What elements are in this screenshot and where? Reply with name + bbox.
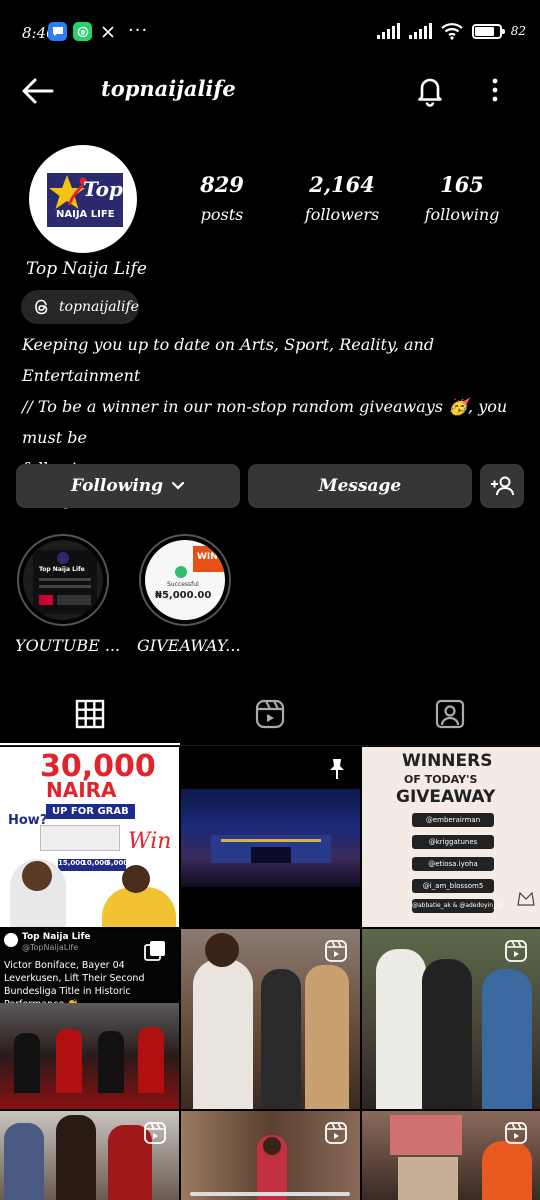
post-tile[interactable] — [362, 1111, 540, 1200]
highlight-thumb-amount: ₦5,000.00 — [155, 590, 212, 601]
highlight-youtube[interactable]: Top Naija Life YOUTUBE ... — [15, 534, 121, 655]
reel-icon — [144, 1122, 166, 1144]
post-tag: UP FOR GRAB — [46, 804, 135, 819]
following-button-label: Following — [70, 476, 164, 496]
battery-percent: 82 — [510, 24, 526, 38]
suggested-users-button[interactable] — [480, 464, 524, 508]
highlight-ring: Top Naija Life — [17, 534, 109, 626]
reel-icon — [505, 1122, 527, 1144]
grid-icon — [75, 699, 105, 729]
logo-text-bottom: NAIJA LIFE — [56, 209, 115, 220]
pinned-icon — [330, 759, 344, 779]
reels-icon — [255, 699, 285, 729]
tab-tagged[interactable] — [430, 694, 470, 734]
svg-text:B: B — [80, 29, 85, 36]
x-icon — [98, 22, 117, 41]
posts-count: 829 — [200, 172, 244, 197]
reel-icon — [325, 940, 347, 962]
highlight-label: YOUTUBE ... — [15, 636, 121, 655]
post-tile[interactable]: WINNERS OF TODAY'S GIVEAWAY @emberairman… — [362, 747, 540, 927]
threads-handle: topnaijalife — [59, 299, 139, 315]
signal-icon-2 — [408, 23, 432, 39]
posts-grid: 30,000 NAIRA UP FOR GRAB How? Win 15,000… — [0, 747, 540, 1200]
highlight-thumb-title: Top Naija Life — [39, 566, 85, 573]
tweet-author: Top Naija Life — [22, 932, 91, 942]
post-tile[interactable] — [181, 1111, 360, 1200]
avatar-logo: Top NAIJA LIFE — [47, 173, 123, 227]
post-prize-1: 15,000 — [58, 859, 86, 867]
following-label: following — [424, 205, 500, 224]
tab-posts-grid[interactable] — [70, 694, 110, 734]
post-tile[interactable] — [362, 929, 540, 1109]
followers-count: 2,164 — [309, 172, 375, 197]
tab-reels[interactable] — [250, 694, 290, 734]
reel-icon — [325, 1122, 347, 1144]
winner-pill: @i_am_blossom5 — [412, 879, 494, 893]
status-bar: 8:40 B ··· 82 — [0, 0, 540, 66]
bell-icon[interactable] — [412, 72, 448, 108]
post-prize-2: 10,000 — [82, 859, 110, 867]
tab-divider — [0, 745, 540, 746]
highlight-label: GIVEAWAY... — [137, 636, 241, 655]
winner-pill: @abbatie_ak & @adedoyin_ak — [412, 899, 503, 913]
threads-icon — [35, 299, 48, 315]
more-options-icon[interactable] — [484, 75, 506, 105]
reel-icon — [505, 940, 527, 962]
following-count: 165 — [440, 172, 484, 197]
post-script-text: Win — [128, 829, 172, 854]
posts-label: posts — [200, 205, 244, 224]
chevron-down-icon — [171, 481, 185, 490]
page-title: topnaijalife — [101, 76, 236, 101]
post-tile[interactable] — [181, 929, 360, 1109]
post-title-line-1: WINNERS — [402, 751, 493, 771]
more-notifications-icon: ··· — [128, 20, 149, 41]
post-subheadline: NAIRA — [46, 778, 117, 802]
post-title-line-2: OF TODAY'S — [404, 773, 478, 786]
following-button[interactable]: Following — [16, 464, 240, 508]
signal-icon — [376, 23, 400, 39]
highlight-thumbnail: Top Naija Life — [23, 540, 103, 620]
battery-icon — [471, 23, 505, 39]
post-tile[interactable] — [181, 747, 360, 927]
logo-text-top: Top — [83, 177, 123, 201]
post-tile[interactable]: 30,000 NAIRA UP FOR GRAB How? Win 15,000… — [0, 747, 179, 927]
followers-label: followers — [304, 205, 380, 224]
post-tile[interactable]: Top Naija Life @TopNaijaLife Victor Boni… — [0, 929, 179, 1109]
tweet-handle: @TopNaijaLife — [22, 943, 79, 952]
wifi-icon — [440, 23, 463, 40]
post-prize-3: 5,000 — [106, 859, 129, 867]
crown-icon — [517, 891, 535, 906]
winner-pill: @etiosa.iyoha — [412, 857, 494, 871]
carousel-icon — [144, 941, 165, 961]
followers-stat[interactable]: 2,164 followers — [287, 172, 397, 224]
threads-badge[interactable]: topnaijalife — [21, 290, 139, 324]
display-name: Top Naija Life — [26, 259, 147, 279]
avatar[interactable]: Top NAIJA LIFE — [29, 145, 137, 253]
posts-stat[interactable]: 829 posts — [167, 172, 277, 224]
winner-pill: @emberairman — [412, 813, 494, 827]
profile-header: topnaijalife — [0, 66, 540, 116]
message-button-label: Message — [318, 476, 402, 496]
whatsapp-business-icon: B — [73, 22, 92, 41]
message-button[interactable]: Message — [248, 464, 472, 508]
highlight-thumb-status: Successful — [167, 581, 199, 588]
post-tile[interactable] — [0, 1111, 179, 1200]
bio-line-1: Keeping you up to date on Arts, Sport, R… — [22, 335, 435, 385]
winner-pill: @kriggatunes — [412, 835, 494, 849]
messages-icon — [48, 22, 67, 41]
status-right: 82 — [376, 22, 526, 40]
highlight-thumbnail: WINN Successful ₦5,000.00 — [145, 540, 225, 620]
home-indicator[interactable] — [190, 1192, 350, 1196]
notification-icons: B — [48, 22, 117, 41]
highlight-ring: WINN Successful ₦5,000.00 — [139, 534, 231, 626]
following-stat[interactable]: 165 following — [407, 172, 517, 224]
tagged-person-icon — [435, 699, 465, 729]
post-title-line-3: GIVEAWAY — [396, 787, 496, 807]
add-person-icon — [491, 476, 514, 496]
highlight-thumb-banner: WINN — [197, 552, 225, 562]
bio-line-2: // To be a winner in our non-stop random… — [22, 397, 508, 447]
highlight-giveaway[interactable]: WINN Successful ₦5,000.00 GIVEAWAY... — [137, 534, 241, 655]
back-arrow-icon[interactable] — [20, 76, 56, 106]
